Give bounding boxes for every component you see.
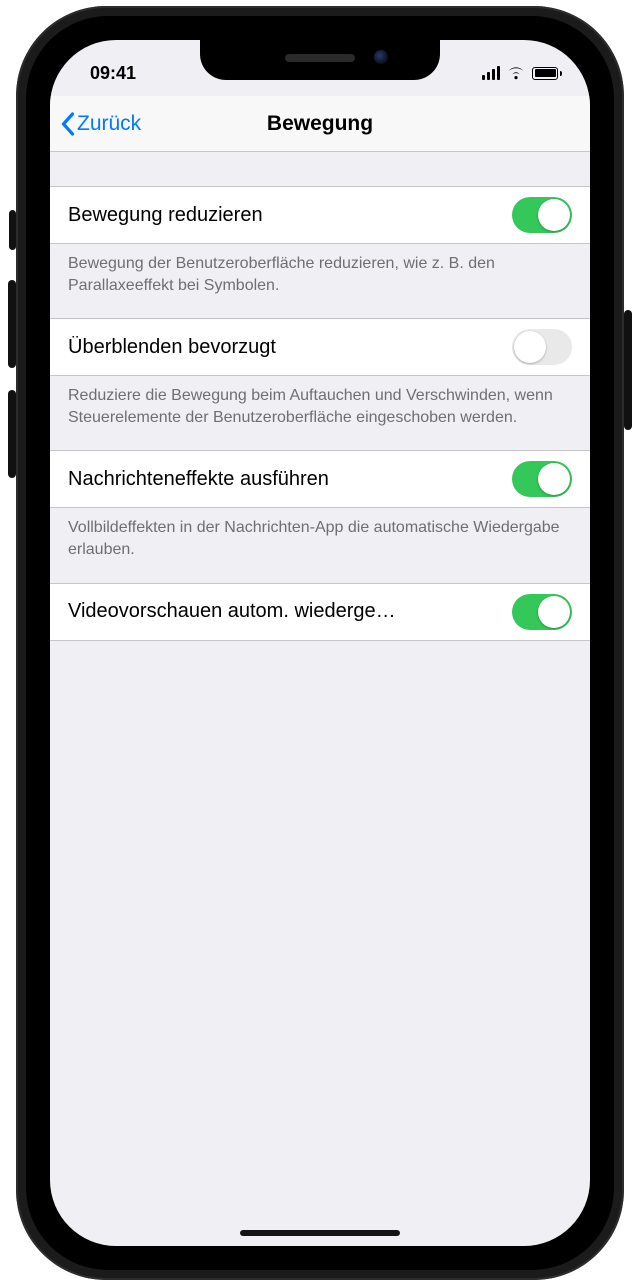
row-reduce-motion[interactable]: Bewegung reduzieren [50,186,590,244]
nav-bar: Zurück Bewegung [50,96,590,152]
group-message-effects: Nachrichteneffekte ausführen Vollbildeff… [50,450,590,582]
page-title: Bewegung [267,112,373,136]
device-volume-up [8,280,16,368]
chevron-left-icon [60,112,75,136]
cellular-signal-icon [482,66,500,80]
device-notch [200,40,440,80]
row-label-video-previews: Videovorschauen autom. wiederge… [68,600,396,623]
status-right [482,56,562,80]
device-frame: 09:41 [16,6,624,1280]
row-label-prefer-crossfade: Überblenden bevorzugt [68,336,276,359]
row-prefer-crossfade[interactable]: Überblenden bevorzugt [50,318,590,376]
group-prefer-crossfade: Überblenden bevorzugt Reduziere die Bewe… [50,318,590,450]
battery-icon [532,67,562,80]
wifi-icon [506,66,526,80]
canvas: 09:41 [0,0,640,1286]
switch-video-previews[interactable] [512,594,572,630]
row-label-message-effects: Nachrichteneffekte ausführen [68,468,329,491]
back-label: Zurück [77,112,141,136]
footer-message-effects: Vollbildeffekten in der Nachrichten-App … [50,508,590,582]
footer-prefer-crossfade: Reduziere die Bewegung beim Auftauchen u… [50,376,590,450]
device-mute-switch [9,210,16,250]
screen: 09:41 [50,40,590,1246]
status-time: 09:41 [84,53,136,84]
switch-message-effects[interactable] [512,461,572,497]
back-button[interactable]: Zurück [60,96,141,151]
row-video-previews[interactable]: Videovorschauen autom. wiederge… [50,583,590,641]
switch-reduce-motion[interactable] [512,197,572,233]
group-video-previews: Videovorschauen autom. wiederge… [50,583,590,641]
device-bezel: 09:41 [26,16,614,1270]
device-volume-down [8,390,16,478]
device-power-button [624,310,632,430]
home-indicator[interactable] [240,1230,400,1236]
footer-reduce-motion: Bewegung der Benutzeroberfläche reduzier… [50,244,590,318]
switch-prefer-crossfade[interactable] [512,329,572,365]
group-reduce-motion: Bewegung reduzieren Bewegung der Benutze… [50,186,590,318]
row-message-effects[interactable]: Nachrichteneffekte ausführen [50,450,590,508]
row-label-reduce-motion: Bewegung reduzieren [68,204,263,227]
